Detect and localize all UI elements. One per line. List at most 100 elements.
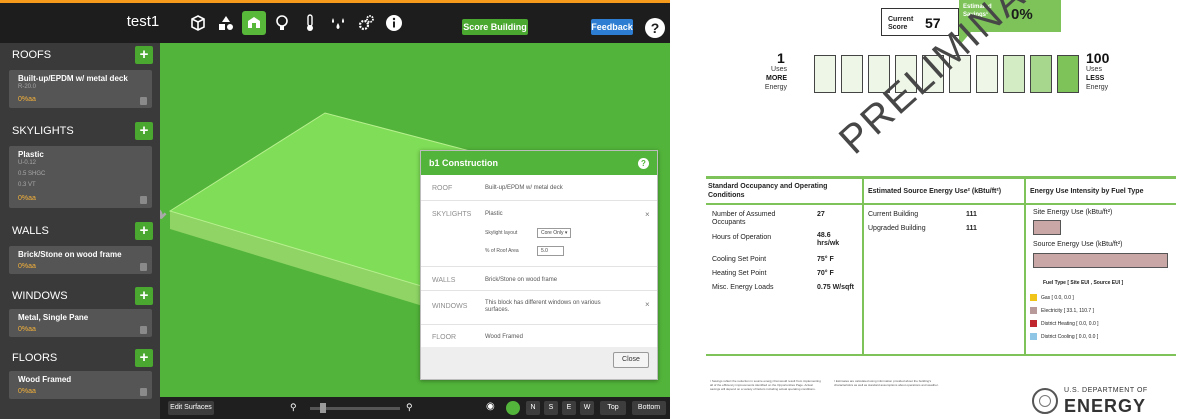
score-scale-segment (976, 55, 998, 93)
walls-row: WALLS Brick/Stone on wood frame (421, 267, 657, 291)
zoom-in-icon[interactable]: ⚲ (406, 402, 416, 412)
windows-value[interactable]: This block has different windows on vari… (485, 300, 625, 314)
skylight-spec: 0.3 VT (18, 182, 36, 188)
score-scale-segment (1003, 55, 1025, 93)
score-scale-segment (1030, 55, 1052, 93)
roof-cost: 0%aa (18, 96, 36, 103)
reset-view-icon[interactable] (506, 401, 520, 415)
zoom-slider-handle[interactable] (320, 403, 326, 413)
skylight-spec: 0.5 SHGC (18, 171, 46, 177)
scale-high-text: LESS (1086, 75, 1105, 82)
scale-low-text: Uses (771, 66, 787, 73)
occupancy-label: Heating Set Point (712, 270, 767, 277)
add-floor-button[interactable]: + (135, 349, 153, 367)
add-window-button[interactable]: + (135, 287, 153, 305)
roof-area-input[interactable]: 5.0 (537, 246, 564, 256)
floor-value[interactable]: Wood Framed (485, 334, 523, 340)
dialog-title: b1 Construction (429, 158, 498, 168)
view-east-button[interactable]: E (562, 401, 576, 415)
window-card[interactable]: Metal, Single Pane 0%aa (9, 309, 152, 337)
view-bottom-button[interactable]: Bottom (632, 401, 666, 415)
edit-surfaces-button[interactable]: Edit Surfaces (168, 401, 214, 415)
floor-row: FLOOR Wood Framed (421, 325, 657, 347)
score-scale-segment (1057, 55, 1079, 93)
thermometer-icon[interactable] (298, 11, 322, 35)
envelope-icon[interactable] (242, 11, 266, 35)
roof-row: ROOF Built-up/EPDM w/ metal deck (421, 175, 657, 201)
skylights-value[interactable]: Plastic (485, 211, 503, 217)
delete-icon[interactable] (140, 97, 147, 105)
close-button[interactable]: Close (613, 352, 649, 368)
occupancy-label: Misc. Energy Loads (712, 284, 774, 291)
doe-seal-icon (1032, 388, 1058, 414)
wall-name: Brick/Stone on wood frame (18, 250, 122, 259)
screenshot-root: test1 Score Building Feedback ? ROOFS + … (0, 0, 1180, 419)
eye-icon[interactable]: ◉ (486, 401, 500, 415)
roof-value[interactable]: Built-up/EPDM w/ metal deck (485, 185, 563, 191)
skylight-layout-select[interactable]: Core Only ▾ (537, 228, 572, 238)
view-south-button[interactable]: S (544, 401, 558, 415)
view-west-button[interactable]: W (580, 401, 594, 415)
lightbulb-icon[interactable] (270, 11, 294, 35)
water-drops-icon[interactable] (326, 11, 350, 35)
delete-icon[interactable] (140, 263, 147, 271)
roof-area-label: % of Roof Area (485, 248, 519, 254)
floor-card[interactable]: Wood Framed 0%aa (9, 371, 152, 399)
delete-icon[interactable] (140, 388, 147, 396)
section-title: WINDOWS (12, 290, 68, 302)
view-top-button[interactable]: Top (600, 401, 626, 415)
windows-label: WINDOWS (432, 303, 468, 310)
delete-icon[interactable] (140, 326, 147, 334)
floor-cost: 0%aa (18, 388, 36, 395)
window-name: Metal, Single Pane (18, 313, 89, 322)
zoom-out-icon[interactable]: ⚲ (290, 402, 300, 412)
skylight-spec: U-0.12 (18, 160, 37, 166)
info-icon[interactable] (382, 11, 406, 35)
occupancy-value: 0.75 W/sqft (817, 284, 854, 291)
occupancy-column-title: Standard Occupancy and Operating Conditi… (708, 183, 828, 199)
doe-line-2: ENERGY (1064, 396, 1147, 416)
wall-card[interactable]: Brick/Stone on wood frame 0%aa (9, 246, 152, 274)
sidebar-section-walls: WALLS + (0, 219, 160, 243)
skylight-cost: 0%aa (18, 195, 36, 202)
walls-label: WALLS (432, 277, 456, 284)
view-north-button[interactable]: N (526, 401, 540, 415)
scale-low-number: 1 (777, 50, 785, 66)
scale-low-text: Energy (764, 84, 787, 91)
fuel-swatch-district-heating (1030, 320, 1037, 327)
remove-skylight-icon[interactable]: × (645, 210, 650, 219)
remove-windows-icon[interactable]: × (645, 300, 650, 309)
add-wall-button[interactable]: + (135, 222, 153, 240)
building-icon[interactable] (186, 11, 210, 35)
dialog-header: b1 Construction ? (421, 151, 657, 175)
source-energy-value: 111 (966, 211, 977, 218)
roof-card[interactable]: Built-up/EPDM w/ metal deck R-20.0 0%aa (9, 70, 152, 108)
source-energy-label: Current Building (868, 211, 919, 218)
walls-value[interactable]: Brick/Stone on wood frame (485, 277, 557, 283)
current-score-value: 57 (925, 15, 941, 31)
occupancy-label: Number of Assumed Occupants (712, 211, 776, 226)
sidebar-section-windows: WINDOWS + (0, 284, 160, 308)
header-rule (706, 203, 1176, 205)
site-eui-bar (1033, 220, 1061, 235)
building-title[interactable]: test1 (118, 13, 168, 30)
dialog-help-icon[interactable]: ? (638, 158, 649, 169)
sidebar-section-floors: FLOORS + (0, 346, 160, 370)
skylights-label: SKYLIGHTS (432, 211, 472, 218)
shapes-icon[interactable] (214, 11, 238, 35)
score-scale-segment (814, 55, 836, 93)
feedback-button[interactable]: Feedback (591, 19, 633, 35)
gears-icon[interactable] (354, 11, 378, 35)
rotate-arrow-icon[interactable]: ↷ (160, 203, 172, 228)
skylight-card[interactable]: Plastic U-0.12 0.5 SHGC 0.3 VT 0%aa (9, 146, 152, 208)
add-roof-button[interactable]: + (135, 46, 153, 64)
construction-sidebar: ROOFS + Built-up/EPDM w/ metal deck R-20… (0, 43, 160, 419)
add-skylight-button[interactable]: + (135, 122, 153, 140)
delete-icon[interactable] (140, 196, 147, 204)
fuel-name: Electricity [ 33.1, 110.7 ] (1041, 308, 1094, 314)
source-energy-value: 111 (966, 225, 977, 232)
doe-line-1: U.S. DEPARTMENT OF (1064, 387, 1148, 394)
scale-low-text: MORE (766, 75, 787, 82)
help-icon[interactable]: ? (645, 18, 665, 38)
score-building-button[interactable]: Score Building (462, 19, 528, 35)
